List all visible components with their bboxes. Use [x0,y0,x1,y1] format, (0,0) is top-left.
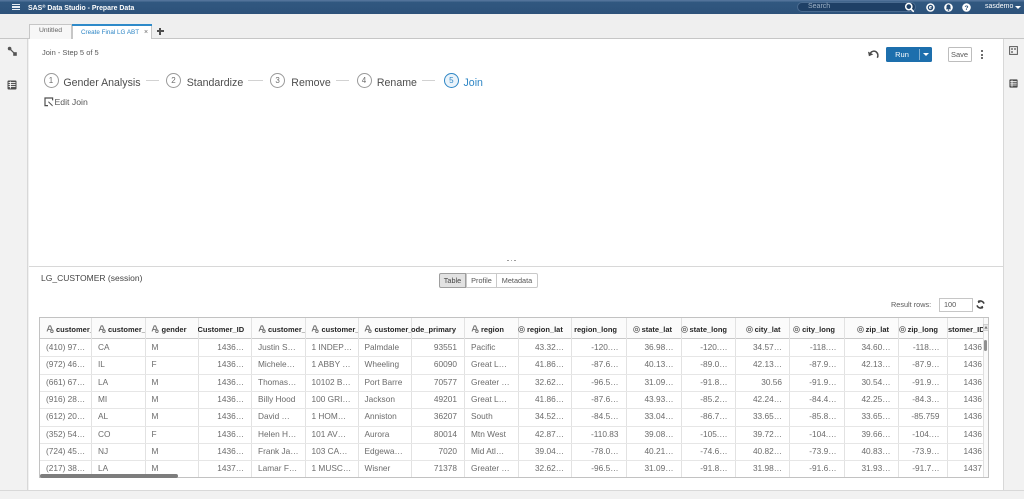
svg-text:?: ? [965,5,969,12]
